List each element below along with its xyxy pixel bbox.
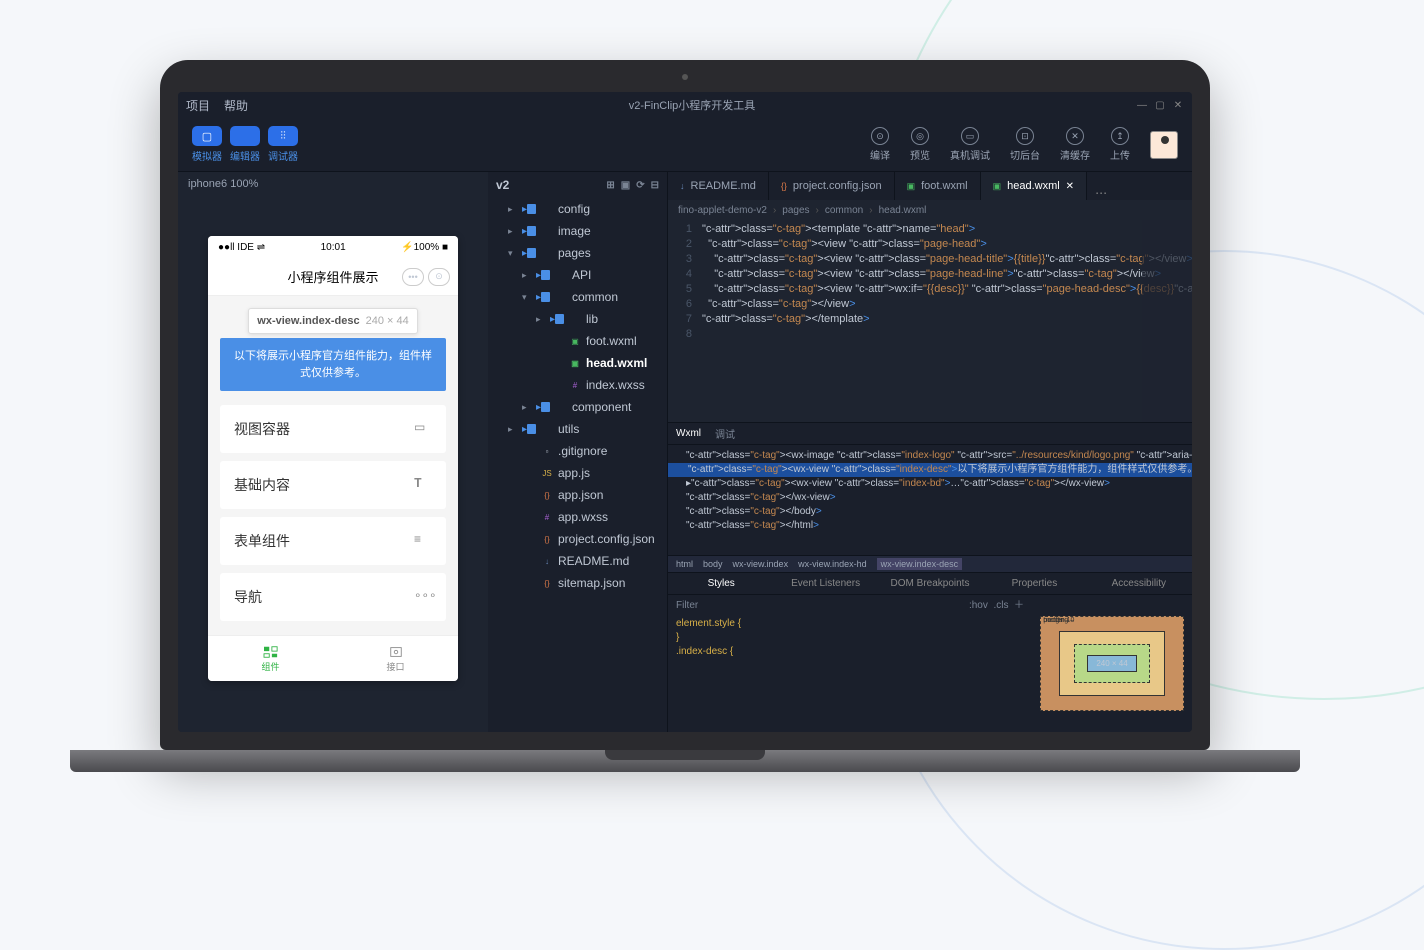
ide-window: 项目 帮助 v2-FinClip小程序开发工具 — ▢ ✕ ▢模拟器 编辑器 ⫶… (178, 92, 1192, 732)
more-icon[interactable]: ••• (402, 268, 424, 286)
tree-node-README.md[interactable]: ↓ README.md (488, 550, 667, 572)
cls-toggle[interactable]: .cls (993, 600, 1008, 611)
tree-node-pages[interactable]: ▾ ▸ pages (488, 242, 667, 264)
editor-tab-foot.wxml[interactable]: ▣ foot.wxml (895, 172, 981, 200)
camera-dot (682, 74, 688, 80)
minimize-icon[interactable]: — (1136, 99, 1148, 111)
tree-node-component[interactable]: ▸ ▸ component (488, 396, 667, 418)
toolbar: ▢模拟器 编辑器 ⫶⫶调试器 ⊙编译 ◎预览 ▭真机调试 ⊡切后台 ✕清缓存 ↥… (178, 118, 1192, 172)
crumb[interactable]: html (676, 559, 693, 569)
titlebar: 项目 帮助 v2-FinClip小程序开发工具 — ▢ ✕ (178, 92, 1192, 118)
menu-help[interactable]: 帮助 (224, 97, 248, 114)
styles-pane[interactable]: Filter :hov .cls ＋ element.style {}.inde… (668, 595, 1032, 732)
status-bar: ●●ll IDE ⇌ 10:01 ⚡100% ■ (208, 236, 458, 258)
tool-清缓存[interactable]: ✕清缓存 (1060, 127, 1090, 162)
tool-真机调试[interactable]: ▭真机调试 (950, 127, 990, 162)
maximize-icon[interactable]: ▢ (1154, 99, 1166, 111)
tab-close-icon[interactable]: ✕ (1066, 181, 1074, 192)
tree-node-config[interactable]: ▸ ▸ config (488, 198, 667, 220)
tree-node-project.config.json[interactable]: {} project.config.json (488, 528, 667, 550)
collapse-icon[interactable]: ⊟ (651, 180, 659, 191)
list-item[interactable]: 表单组件≡ (220, 517, 446, 565)
tree-node-app.json[interactable]: {} app.json (488, 484, 667, 506)
mode-编辑器[interactable]: 编辑器 (230, 126, 260, 163)
simulator-panel: iphone6 100% ●●ll IDE ⇌ 10:01 ⚡100% ■ 小程… (178, 172, 488, 732)
minimap[interactable] (1142, 220, 1192, 422)
tree-node-lib[interactable]: ▸ ▸ lib (488, 308, 667, 330)
laptop-frame: 项目 帮助 v2-FinClip小程序开发工具 — ▢ ✕ ▢模拟器 编辑器 ⫶… (160, 60, 1210, 772)
menu-project[interactable]: 项目 (186, 97, 210, 114)
tabs-more-icon[interactable]: ⋯ (1087, 186, 1115, 200)
crumb[interactable]: wx-view.index (733, 559, 789, 569)
styles-tab-Event Listeners[interactable]: Event Listeners (780, 578, 870, 589)
list-item[interactable]: 基础内容𝐓 (220, 461, 446, 509)
window-title: v2-FinClip小程序开发工具 (248, 97, 1136, 113)
nav-bar: 小程序组件展示 ••• ⊙ (208, 258, 458, 296)
devtools-tab-debug[interactable]: 调试 (715, 426, 735, 441)
tree-node-app.js[interactable]: JS app.js (488, 462, 667, 484)
page-title: 小程序组件展示 (287, 267, 378, 286)
tree-node-sitemap.json[interactable]: {} sitemap.json (488, 572, 667, 594)
styles-tab-Styles[interactable]: Styles (676, 578, 766, 589)
styles-tab-Properties[interactable]: Properties (989, 578, 1079, 589)
devtools: Wxml 调试 "c-attr">class="c-tag"><wx-image… (668, 422, 1192, 732)
tree-node-head.wxml[interactable]: ▣ head.wxml (488, 352, 667, 374)
tool-编译[interactable]: ⊙编译 (870, 127, 890, 162)
tree-node-.gitignore[interactable]: ▫ .gitignore (488, 440, 667, 462)
device-label: iphone6 100% (178, 172, 488, 196)
box-model: margin 10 border – padding – 240 × 44 (1032, 595, 1192, 732)
list-item[interactable]: 视图容器▭ (220, 405, 446, 453)
tree-node-utils[interactable]: ▸ ▸ utils (488, 418, 667, 440)
tool-上传[interactable]: ↥上传 (1110, 127, 1130, 162)
editor-panel: ↓ README.md {} project.config.json ▣ foo… (668, 172, 1192, 732)
hov-toggle[interactable]: :hov (969, 600, 988, 611)
crumb[interactable]: wx-view.index-desc (877, 558, 963, 570)
mode-调试器[interactable]: ⫶⫶调试器 (268, 126, 298, 163)
phone-simulator[interactable]: ●●ll IDE ⇌ 10:01 ⚡100% ■ 小程序组件展示 ••• ⊙ (208, 236, 458, 681)
tab-api[interactable]: 接口 (333, 636, 458, 681)
tab-components[interactable]: 组件 (208, 636, 333, 681)
tree-node-API[interactable]: ▸ ▸ API (488, 264, 667, 286)
elements-pane[interactable]: "c-attr">class="c-tag"><wx-image "c-attr… (668, 445, 1192, 555)
tree-node-image[interactable]: ▸ ▸ image (488, 220, 667, 242)
editor-tabs: ↓ README.md {} project.config.json ▣ foo… (668, 172, 1192, 200)
mode-模拟器[interactable]: ▢模拟器 (192, 126, 222, 163)
tree-node-foot.wxml[interactable]: ▣ foot.wxml (488, 330, 667, 352)
tree-node-app.wxss[interactable]: # app.wxss (488, 506, 667, 528)
breadcrumb[interactable]: fino-applet-demo-v2›pages›common›head.wx… (668, 200, 1192, 220)
devtools-tab-wxml[interactable]: Wxml (676, 428, 701, 439)
avatar[interactable] (1150, 131, 1178, 159)
code-editor[interactable]: 12345678 "c-attr">class="c-tag"><templat… (668, 220, 1192, 422)
highlighted-desc[interactable]: 以下将展示小程序官方组件能力，组件样式仅供参考。 (220, 338, 446, 391)
tabbar: 组件 接口 (208, 635, 458, 681)
editor-tab-README.md[interactable]: ↓ README.md (668, 172, 769, 200)
crumb[interactable]: body (703, 559, 723, 569)
close-icon[interactable]: ✕ (1172, 99, 1184, 111)
list-item[interactable]: 导航∘∘∘ (220, 573, 446, 621)
tree-node-common[interactable]: ▾ ▸ common (488, 286, 667, 308)
add-rule-icon[interactable]: ＋ (1014, 600, 1024, 611)
file-tree[interactable]: v2 ⊞ ▣ ⟳ ⊟ ▸ ▸ config ▸ ▸ image ▾ ▸ pag (488, 172, 668, 732)
tool-预览[interactable]: ◎预览 (910, 127, 930, 162)
inspect-tooltip: wx-view.index-desc240 × 44 (248, 308, 417, 334)
new-folder-icon[interactable]: ▣ (621, 180, 630, 191)
editor-tab-project.config.json[interactable]: {} project.config.json (769, 172, 895, 200)
styles-tab-Accessibility[interactable]: Accessibility (1094, 578, 1184, 589)
new-file-icon[interactable]: ⊞ (606, 180, 614, 191)
tool-切后台[interactable]: ⊡切后台 (1010, 127, 1040, 162)
close-capsule-icon[interactable]: ⊙ (428, 268, 450, 286)
styles-tab-DOM Breakpoints[interactable]: DOM Breakpoints (885, 578, 975, 589)
editor-tab-head.wxml[interactable]: ▣ head.wxml✕ (981, 172, 1087, 200)
refresh-icon[interactable]: ⟳ (636, 180, 644, 191)
filter-input[interactable]: Filter (676, 599, 698, 613)
tree-node-index.wxss[interactable]: # index.wxss (488, 374, 667, 396)
elements-breadcrumb[interactable]: html body wx-view.index wx-view.index-hd wx-… (668, 555, 1192, 573)
crumb[interactable]: wx-view.index-hd (798, 559, 867, 569)
